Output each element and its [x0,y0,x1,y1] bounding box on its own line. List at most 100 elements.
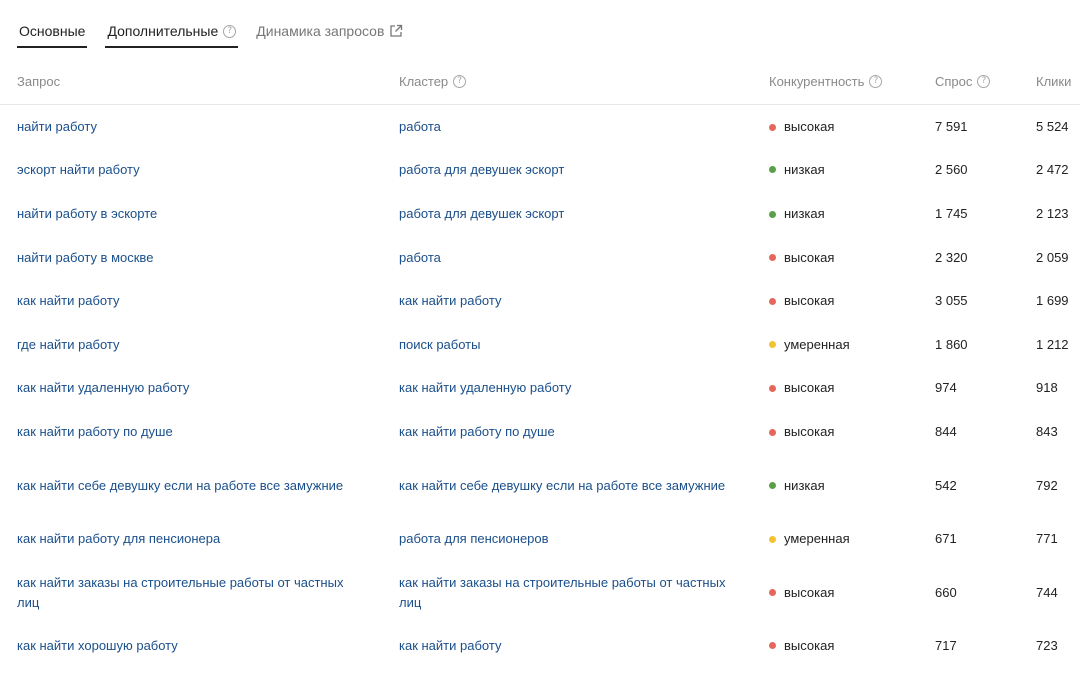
column-header-demand-label: Спрос [935,74,973,89]
help-icon[interactable]: ? [453,75,467,88]
help-icon[interactable]: ? [869,75,883,88]
cluster-link[interactable]: как найти себе девушку если на работе вс… [399,476,729,496]
cluster-link[interactable]: как найти удаленную работу [399,378,729,398]
demand-value: 2 320 [935,249,968,265]
cluster-link[interactable]: как найти работу [399,636,729,656]
clicks-value: 1 212 [1036,336,1069,352]
table-row: эскорт найти работу работа для девушек эс… [0,148,1080,191]
help-icon[interactable]: ? [977,75,991,88]
competition-label: умеренная [784,336,850,352]
demand-value: 1 860 [935,336,968,352]
query-link[interactable]: как найти хорошую работу [17,636,347,656]
column-header-competition-label: Конкурентность [769,74,865,89]
competition-cell: высокая [769,583,834,603]
table-row: как найти заказы на строительные работы … [0,561,1080,624]
competition-cell: высокая [769,422,834,442]
help-icon[interactable]: ? [223,24,237,38]
query-link[interactable]: где найти работу [17,335,347,355]
clicks-value: 918 [1036,380,1058,395]
demand-value: 974 [935,380,957,395]
competition-status-dot [769,535,776,543]
query-link[interactable]: найти работу в москве [17,248,347,268]
competition-label: высокая [784,119,835,134]
competition-label: высокая [784,249,835,265]
clicks-value: 843 [1036,424,1058,439]
competition-label: высокая [784,637,835,653]
query-link[interactable]: как найти работу [17,291,347,311]
competition-label: высокая [784,293,835,308]
competition-cell: высокая [769,636,834,656]
competition-cell: высокая [769,291,834,311]
demand-value: 671 [935,531,957,546]
clicks-value: 5 524 [1036,119,1069,134]
tab-query-dynamics-label: Динамика запросов [256,23,385,39]
demand-value: 1 745 [935,206,968,221]
cluster-link[interactable]: работа для девушек эскорт [399,204,729,224]
cluster-link[interactable]: как найти работу [399,291,729,311]
competition-status-dot [769,482,776,489]
cluster-link[interactable]: поиск работы [399,335,729,355]
query-link[interactable]: как найти работу по душе [17,422,347,442]
cluster-link[interactable]: работа для пенсионеров [399,529,729,549]
competition-cell: низкая [769,476,825,496]
competition-cell: высокая [769,117,834,137]
competition-status-dot [769,341,776,348]
cluster-link[interactable]: работа [399,117,729,137]
competition-label: низкая [784,477,825,493]
competition-label: низкая [784,161,825,177]
query-link[interactable]: найти работу в эскорте [17,204,347,224]
column-header-clicks[interactable]: Клики [1036,74,1071,89]
table-row: как найти себе девушку если на работе вс… [0,454,1080,517]
column-header-query[interactable]: Запрос [17,74,60,89]
demand-value: 7 591 [935,119,968,134]
clicks-value: 1 699 [1036,293,1069,308]
competition-cell: низкая [769,160,825,180]
column-header-cluster-label: Кластер [399,74,449,89]
cluster-link[interactable]: как найти работу по душе [399,422,729,442]
competition-status-dot [769,123,776,131]
tabs-bar: Основные Дополнительные ? Динамика запро… [17,14,403,50]
competition-label: высокая [784,380,835,395]
tab-additional[interactable]: Дополнительные ? [105,14,239,48]
column-header-cluster[interactable]: Кластер ? [399,74,467,89]
tab-query-dynamics[interactable]: Динамика запросов [256,14,403,48]
competition-label: умеренная [784,531,850,546]
query-link[interactable]: как найти работу для пенсионера [17,529,347,549]
competition-label: высокая [784,424,835,439]
competition-status-dot [769,210,776,218]
table-row: как найти удаленную работу как найти удал… [0,366,1080,410]
cluster-link[interactable]: работа [399,248,729,268]
query-link[interactable]: эскорт найти работу [17,160,347,180]
table-row: найти работу в эскорте работа для девушек… [0,192,1080,236]
tab-main[interactable]: Основные [17,14,88,48]
cluster-link[interactable]: работа для девушек эскорт [399,160,729,180]
competition-cell: умеренная [769,529,850,549]
competition-status-dot [769,254,776,261]
tab-additional-label: Дополнительные [107,23,219,39]
competition-cell: низкая [769,204,825,224]
competition-status-dot [769,428,776,436]
clicks-value: 744 [1036,584,1058,600]
demand-value: 2 560 [935,161,968,177]
clicks-value: 771 [1036,531,1058,546]
competition-label: высокая [784,584,835,600]
query-link[interactable]: найти работу [17,117,347,137]
column-header-competition[interactable]: Конкурентность ? [769,74,883,89]
clicks-value: 2 123 [1036,206,1069,221]
cluster-link[interactable]: как найти заказы на строительные работы … [399,573,729,613]
query-link[interactable]: как найти заказы на строительные работы … [17,573,347,613]
competition-cell: высокая [769,248,834,268]
column-header-query-label: Запрос [17,74,61,89]
tab-main-label: Основные [19,23,86,39]
query-link[interactable]: как найти удаленную работу [17,378,347,398]
competition-status-dot [769,166,776,173]
demand-value: 3 055 [935,293,968,308]
clicks-value: 2 472 [1036,161,1069,177]
competition-status-dot [769,589,776,596]
table-row: как найти хорошую работу как найти работу… [0,624,1080,667]
demand-value: 717 [935,637,957,653]
table-header: Запрос Кластер ? Конкурентность ? Спрос … [0,62,1080,105]
clicks-value: 2 059 [1036,249,1069,265]
query-link[interactable]: как найти себе девушку если на работе вс… [17,476,347,496]
column-header-demand[interactable]: Спрос ? [935,74,991,89]
